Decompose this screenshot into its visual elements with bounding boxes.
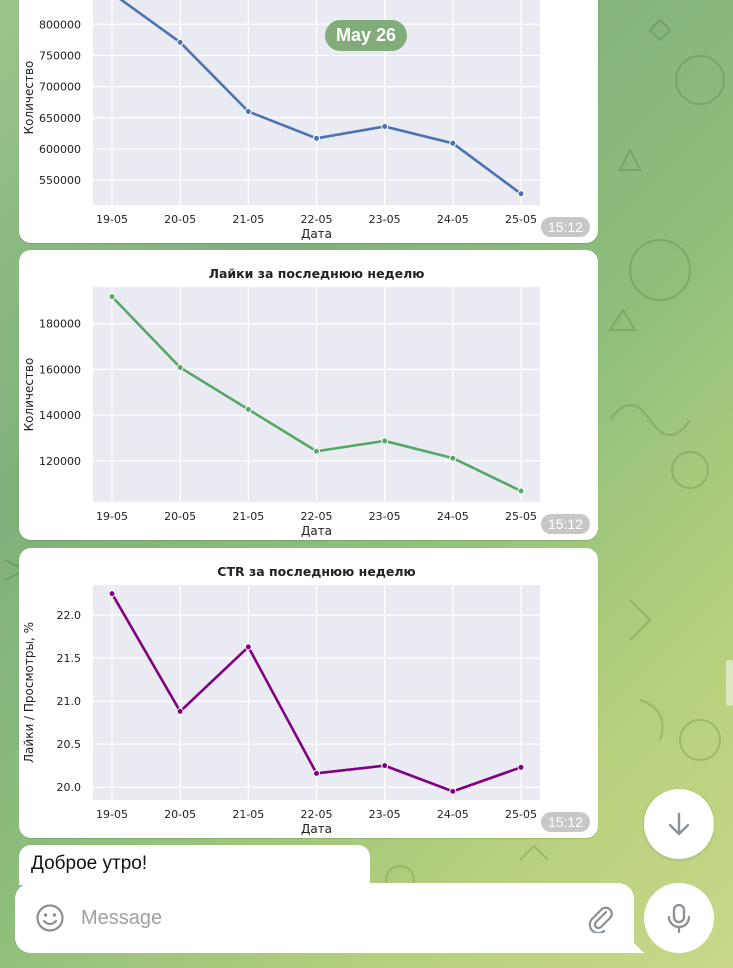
x-axis-label: Дата <box>301 822 332 836</box>
data-point <box>449 454 457 462</box>
data-point <box>449 139 457 147</box>
date-pill: May 26 <box>325 20 407 51</box>
data-point <box>381 762 389 770</box>
composer-tail <box>630 939 644 953</box>
x-tick-label: 20-05 <box>164 213 196 226</box>
y-tick-label: 120000 <box>39 455 81 468</box>
data-point <box>244 643 252 651</box>
x-tick-label: 20-05 <box>164 510 196 523</box>
y-tick-label: 140000 <box>39 409 81 422</box>
y-axis-label: Количество <box>22 358 36 432</box>
ctr-line-chart: 19-05 20-05 21-05 22-05 23-05 24-05 25-05 20.0 2… <box>22 564 540 836</box>
x-tick-label: 24-05 <box>437 510 469 523</box>
y-tick-label: 800000 <box>39 18 81 31</box>
x-tick-label: 24-05 <box>437 213 469 226</box>
message-time: 15:12 <box>540 514 590 534</box>
paperclip-icon <box>588 906 613 933</box>
data-point <box>517 487 525 495</box>
y-axis-label: Количество <box>22 61 36 135</box>
data-point <box>108 293 116 301</box>
voice-record-button[interactable] <box>644 883 714 953</box>
chart-title: CTR за последнюю неделю <box>217 564 415 579</box>
data-point <box>176 707 184 715</box>
views-line-chart: 19-05 20-05 21-05 22-05 23-05 24-05 25-05 55000… <box>22 0 540 241</box>
y-axis-label: Лайки / Просмотры, % <box>22 622 36 763</box>
data-point <box>517 190 525 198</box>
data-point <box>108 590 116 598</box>
emoji-button[interactable] <box>35 903 65 933</box>
x-tick-label: 20-05 <box>164 808 196 821</box>
message-time: 15:12 <box>540 217 590 237</box>
emoji-icon <box>36 904 64 932</box>
y-tick-label: 21.0 <box>57 695 82 708</box>
message-input[interactable] <box>79 905 586 931</box>
x-tick-label: 22-05 <box>301 808 333 821</box>
x-tick-label: 22-05 <box>301 213 333 226</box>
x-tick-label: 23-05 <box>369 808 401 821</box>
chart-message-ctr[interactable]: 19-05 20-05 21-05 22-05 23-05 24-05 25-05 20.0 2… <box>19 548 598 838</box>
x-tick-label: 25-05 <box>505 510 537 523</box>
text-message[interactable]: Доброе утро! <box>19 845 370 885</box>
data-point <box>381 437 389 445</box>
x-tick-label: 23-05 <box>369 213 401 226</box>
y-tick-label: 600000 <box>39 143 81 156</box>
y-tick-label: 750000 <box>39 49 81 62</box>
data-point <box>381 122 389 130</box>
x-tick-label: 19-05 <box>96 808 128 821</box>
x-tick-label: 19-05 <box>96 213 128 226</box>
data-point <box>449 787 457 795</box>
x-tick-label: 23-05 <box>369 510 401 523</box>
microphone-icon <box>667 903 691 934</box>
x-tick-label: 25-05 <box>505 808 537 821</box>
chart-title: Лайки за последнюю неделю <box>209 266 425 281</box>
y-tick-label: 160000 <box>39 363 81 376</box>
x-tick-label: 19-05 <box>96 510 128 523</box>
y-tick-label: 20.5 <box>57 738 82 751</box>
scroll-handle[interactable] <box>726 660 733 706</box>
data-point <box>176 38 184 46</box>
data-point <box>313 134 320 142</box>
x-axis-label: Дата <box>301 227 332 241</box>
y-tick-label: 550000 <box>39 174 81 187</box>
y-tick-label: 21.5 <box>57 652 82 665</box>
data-point <box>244 108 252 116</box>
y-tick-label: 650000 <box>39 112 81 125</box>
x-tick-label: 21-05 <box>232 510 264 523</box>
likes-line-chart: 19-05 20-05 21-05 22-05 23-05 24-05 25-05 12000… <box>22 266 540 538</box>
attach-button[interactable] <box>586 903 614 933</box>
x-tick-label: 21-05 <box>232 808 264 821</box>
chart-message-views[interactable]: 19-05 20-05 21-05 22-05 23-05 24-05 25-05 55000… <box>19 0 598 243</box>
message-composer <box>15 883 644 953</box>
data-point <box>517 763 525 771</box>
data-point <box>244 405 252 413</box>
x-tick-label: 22-05 <box>301 510 333 523</box>
x-axis-label: Дата <box>301 524 332 538</box>
message-time: 15:12 <box>540 812 590 832</box>
data-point <box>313 447 320 455</box>
data-point <box>313 769 320 777</box>
x-tick-label: 21-05 <box>232 213 264 226</box>
chart-message-likes[interactable]: 19-05 20-05 21-05 22-05 23-05 24-05 25-05 12000… <box>19 250 598 540</box>
y-tick-label: 700000 <box>39 81 81 94</box>
scroll-down-button[interactable] <box>644 789 714 859</box>
y-tick-label: 20.0 <box>57 781 82 794</box>
data-point <box>176 364 184 372</box>
x-tick-label: 24-05 <box>437 808 469 821</box>
arrow-down-icon <box>668 812 690 836</box>
y-tick-label: 22.0 <box>57 609 82 622</box>
y-tick-label: 180000 <box>39 318 81 331</box>
x-tick-label: 25-05 <box>505 213 537 226</box>
